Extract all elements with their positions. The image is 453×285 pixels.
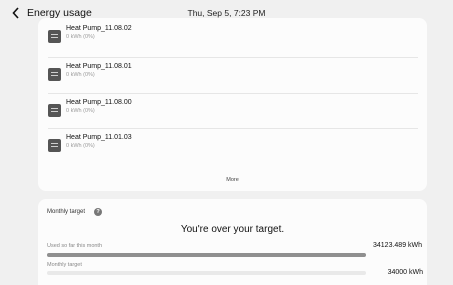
target-status-message: You're over your target. bbox=[180, 224, 285, 235]
device-icon bbox=[48, 104, 61, 117]
device-name: Heat Pump_11.08.01 bbox=[66, 63, 132, 70]
used-value: 34123.489 kWh bbox=[373, 242, 423, 249]
list-item[interactable]: Heat Pump_11.08.00 0 kWh (0%) bbox=[48, 94, 418, 129]
target-label: Monthly target bbox=[47, 262, 82, 268]
list-item[interactable]: Heat Pump_11.01.03 0 kWh (0%) bbox=[48, 129, 418, 164]
target-value: 34000 kWh bbox=[387, 269, 423, 276]
device-icon bbox=[48, 30, 61, 43]
list-item[interactable]: Heat Pump_11.08.01 0 kWh (0%) bbox=[48, 58, 418, 93]
device-name: Heat Pump_11.08.02 bbox=[66, 25, 132, 32]
used-progress-bar bbox=[47, 253, 366, 257]
device-list-card: Heat Pump_11.08.02 0 kWh (0%) Heat Pump_… bbox=[38, 18, 427, 191]
device-usage: 0 kWh (0%) bbox=[66, 108, 95, 114]
device-usage: 0 kWh (0%) bbox=[66, 72, 95, 78]
device-icon bbox=[48, 139, 61, 152]
help-icon[interactable]: ? bbox=[94, 208, 102, 216]
used-progress-fill bbox=[47, 253, 366, 257]
monthly-target-label: Monthly target bbox=[47, 209, 86, 215]
more-button[interactable]: More bbox=[38, 177, 427, 183]
device-usage: 0 kWh (0%) bbox=[66, 34, 95, 40]
device-icon bbox=[48, 68, 61, 81]
used-label: Used so far this month bbox=[47, 243, 103, 249]
device-name: Heat Pump_11.01.03 bbox=[66, 134, 132, 141]
target-progress-bar bbox=[47, 271, 366, 275]
device-usage: 0 kWh (0%) bbox=[66, 143, 95, 149]
list-item[interactable]: Heat Pump_11.08.02 0 kWh (0%) bbox=[48, 20, 418, 55]
status-datetime: Thu, Sep 5, 7:23 PM bbox=[187, 8, 266, 18]
monthly-target-card: Monthly target ? You're over your target… bbox=[38, 199, 427, 285]
device-name: Heat Pump_11.08.00 bbox=[66, 99, 132, 106]
